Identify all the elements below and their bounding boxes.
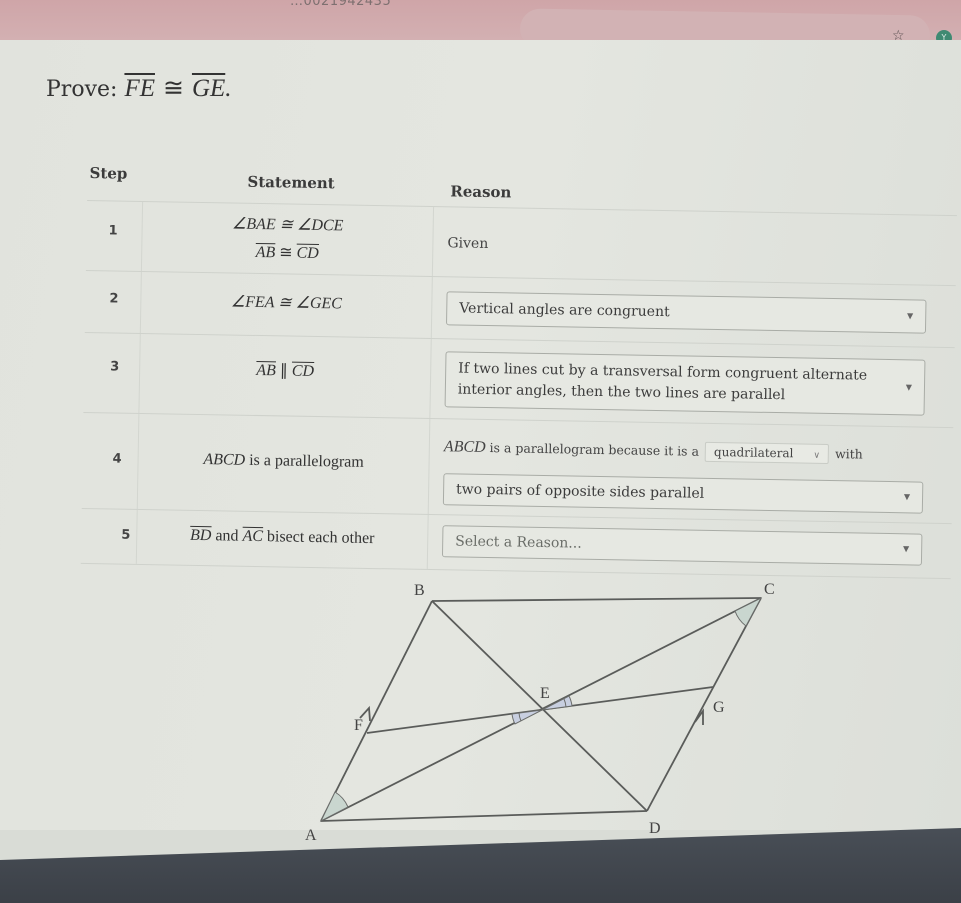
reason-select[interactable]: Vertical angles are congruent ▼ — [445, 291, 927, 334]
chevron-down-icon: ∨ — [813, 450, 821, 461]
label-c: C — [764, 581, 775, 598]
angle-mark-a — [319, 791, 349, 823]
selected-reason: Vertical angles are congruent — [459, 300, 670, 321]
segment-ab: AB — [256, 361, 276, 380]
prove-label: Prove: — [46, 77, 118, 102]
step-number: 2 — [109, 291, 119, 307]
prove-statement: Prove: FE ≅ GE. — [46, 73, 232, 103]
label-b: B — [414, 582, 425, 599]
step-number: 4 — [112, 451, 122, 467]
selected-reason: two pairs of opposite sides parallel — [455, 481, 705, 502]
reason-prefix-text: is a parallelogram because it is a — [485, 439, 700, 459]
reason-select[interactable]: If two lines cut by a transversal form c… — [444, 351, 926, 416]
congruent-symbol: ≅ — [162, 75, 184, 102]
geometry-diagram: B C D A E F G — [305, 581, 775, 840]
statement-line: ABCD is a parallelogram — [138, 450, 428, 473]
label-f: F — [354, 717, 363, 734]
segment-cd: CD — [291, 362, 315, 380]
reason-with-text: with — [834, 446, 863, 462]
reason-select[interactable]: two pairs of opposite sides parallel ▼ — [442, 473, 924, 514]
reason-sentence: ABCD is a parallelogram because it is aq… — [444, 437, 863, 464]
segment-bc-line — [431, 597, 762, 602]
statement-line: ∠BAE ≅ ∠DCE — [143, 212, 433, 237]
angle-mark-fea — [511, 709, 543, 725]
segment-da-line — [320, 810, 648, 822]
label-a: A — [305, 827, 317, 840]
segment-cd: CD — [296, 244, 319, 263]
proof-table: Step Statement Reason 1 ∠BAE ≅ ∠DCE AB ≅… — [80, 150, 958, 583]
url-text[interactable]: …0021942435 — [290, 0, 391, 9]
math-abcd: ABCD — [443, 438, 486, 456]
selected-shape: quadrilateral — [713, 444, 794, 461]
dropdown-caret-icon: ▼ — [905, 382, 913, 392]
step-number: 3 — [110, 359, 120, 375]
label-d: D — [649, 820, 661, 837]
segment-bd-line — [431, 600, 648, 812]
dropdown-caret-icon: ▼ — [902, 544, 910, 554]
parallel-symbol: ∥ — [275, 362, 292, 380]
segment-bd: BD — [189, 526, 212, 545]
segment-ge: GE — [191, 75, 226, 102]
label-g: G — [713, 699, 725, 716]
step-number: 5 — [121, 527, 131, 543]
table-row: 4 ABCD is a parallelogram ABCD is a para… — [81, 411, 954, 525]
operator: ≅ — [275, 244, 297, 262]
statement-text: ∠BAE ≅ ∠DCE — [231, 215, 344, 235]
selected-reason: If two lines cut by a transversal form c… — [457, 360, 868, 404]
segment-ab: AB — [255, 243, 276, 262]
browser-toolbar: …0021942435 — [0, 0, 961, 56]
dropdown-caret-icon: ▼ — [906, 311, 914, 321]
segment-ac: AC — [242, 527, 264, 546]
and-text: and — [211, 527, 243, 545]
segment-cd-line — [646, 597, 762, 812]
prove-math: FE ≅ GE. — [124, 75, 231, 102]
segment-fe: FE — [124, 75, 155, 102]
segment-ab-line — [320, 600, 433, 822]
period: . — [225, 75, 232, 102]
statement-line: AB ≅ CD — [142, 240, 432, 265]
shape-select[interactable]: quadrilateral ∨ — [704, 441, 830, 464]
angle-mark-c — [734, 596, 763, 627]
dropdown-caret-icon: ▼ — [903, 492, 911, 502]
statement-line: AB ∥ CD — [140, 358, 430, 383]
statement-text: ∠FEA ≅ ∠GEC — [230, 293, 343, 313]
label-e: E — [540, 685, 550, 702]
math-abcd: ABCD — [203, 451, 246, 469]
statement-text: is a parallelogram — [245, 451, 364, 471]
statement-line: ∠FEA ≅ ∠GEC — [141, 290, 431, 315]
reason-text: Given — [447, 235, 489, 252]
step-number: 1 — [108, 223, 118, 239]
